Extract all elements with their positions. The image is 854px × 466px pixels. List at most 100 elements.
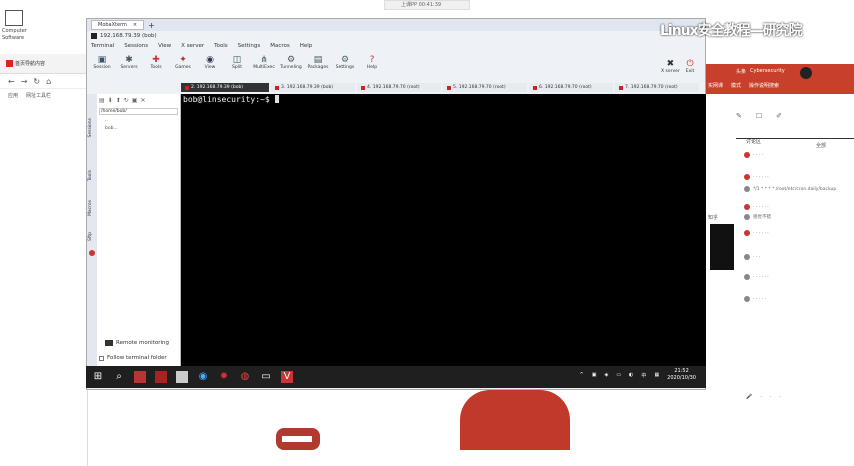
xserver-button[interactable]: ✖ X server (661, 59, 680, 74)
sub-tab[interactable]: 模式 (731, 82, 741, 89)
toolbar-session-button[interactable]: ▣ Session (91, 55, 113, 70)
close-icon[interactable]: × (133, 21, 137, 29)
tray-icon[interactable]: ▦ (654, 372, 659, 378)
session-tab[interactable]: 2. 192.168.79.39 (bob) (181, 83, 269, 92)
toolbar-split-button[interactable]: ◫ Split (226, 55, 248, 70)
toolbar-tunneling-button[interactable]: ⚙ Tunneling (280, 55, 302, 70)
chrome-icon[interactable]: ◍ (239, 371, 251, 383)
discussion-filter[interactable]: 全部 (816, 142, 826, 149)
toolbar-settings-button[interactable]: ⚙ Settings (334, 55, 356, 70)
search-icon[interactable]: ⌕ (113, 371, 125, 383)
discussion-item: · · · (744, 254, 760, 260)
pen-icon[interactable]: ✐ (776, 112, 782, 120)
bookmark-apps[interactable]: 应用 (8, 92, 18, 99)
top-tab[interactable]: Cybersecurity (750, 68, 785, 75)
user-avatar-icon (744, 254, 750, 260)
edit-icon[interactable]: ✎ (736, 112, 742, 120)
new-folder-icon[interactable]: ▣ (132, 97, 138, 104)
forward-arrow-icon[interactable]: → (21, 77, 28, 86)
right-panel-top-tabs: 头条 Cybersecurity (736, 68, 785, 75)
tray-icon[interactable]: ^ (580, 372, 584, 378)
toolbar-help-button[interactable]: ? Help (361, 55, 383, 70)
tray-icon[interactable]: ◈ (604, 372, 608, 378)
top-tab[interactable]: 头条 (736, 68, 746, 75)
reload-icon[interactable]: ↻ (33, 77, 40, 86)
menu-help[interactable]: Help (300, 43, 313, 49)
bottom-icon[interactable]: · (760, 394, 762, 400)
desktop-app-icon[interactable] (5, 10, 23, 26)
side-tab-sftp[interactable]: Sftp (88, 232, 93, 241)
toolbar-games-button[interactable]: ✦ Games (172, 55, 194, 70)
menu-view[interactable]: View (158, 43, 171, 49)
left-browser-tab[interactable]: 首页导航内容 (6, 60, 45, 67)
desktop-app-icon-label: Computer Software (2, 28, 27, 41)
terminal-pane[interactable]: bob@linsecurity:~$ (181, 94, 707, 370)
new-tab-icon[interactable]: + (148, 21, 155, 30)
tree-item[interactable]: .. (97, 117, 180, 125)
checkbox[interactable] (99, 355, 104, 361)
tray-icon[interactable]: ◐ (629, 372, 633, 378)
toolbar-label: Tools (150, 64, 162, 70)
sub-tab[interactable]: 操作说明搜索 (749, 82, 779, 89)
home-icon[interactable]: ⌂ (46, 77, 51, 86)
toolbar-servers-button[interactable]: ✱ Servers (118, 55, 140, 70)
toolbar-label: Servers (120, 64, 138, 70)
tray-icon[interactable]: ▭ (616, 372, 621, 378)
sub-tab[interactable]: 实网课 (708, 82, 723, 89)
folder-task-icon[interactable] (176, 371, 188, 383)
session-icon (533, 85, 537, 90)
video-task-icon[interactable] (155, 371, 167, 383)
app-task-icon[interactable]: ✹ (218, 371, 230, 383)
toolbar-packages-button[interactable]: ▤ Packages (307, 55, 329, 70)
toolbar-label: Help (366, 64, 378, 70)
upload-icon[interactable]: ⬆ (116, 97, 121, 104)
menu-macros[interactable]: Macros (270, 43, 290, 49)
mic-icon[interactable]: 🎤 (746, 394, 752, 400)
discussion-text: 感觉不错 (753, 215, 771, 220)
up-folder-icon[interactable]: ▤ (99, 97, 105, 104)
menu-sessions[interactable]: Sessions (124, 43, 148, 49)
comment-icon[interactable]: ☐ (756, 112, 762, 120)
tray-icon[interactable]: 中 (641, 372, 646, 379)
back-arrow-icon[interactable]: ← (8, 77, 15, 86)
bottom-icon[interactable]: · (779, 394, 781, 400)
refresh-icon[interactable]: ↻ (124, 97, 129, 104)
download-icon[interactable]: ⬇ (108, 97, 113, 104)
discussion-item: · · · · · · (744, 174, 769, 180)
menu-xserver[interactable]: X server (181, 43, 204, 49)
tree-item[interactable]: bob... (97, 125, 180, 133)
session-tab[interactable]: 4. 192.168.79.70 (root) (357, 83, 441, 92)
edge-browser-icon[interactable]: ◉ (197, 371, 209, 383)
tray-icon[interactable]: ▣ (592, 372, 597, 378)
remote-monitoring-button[interactable]: Remote monitoring (105, 340, 169, 346)
toolbar-label: Tunneling (280, 64, 302, 70)
menu-terminal[interactable]: Terminal (91, 43, 114, 49)
delete-icon[interactable]: ✕ (140, 97, 145, 104)
v-app-icon[interactable]: V (281, 371, 293, 383)
window-tab[interactable]: MobaXterm × (91, 20, 145, 30)
avatar[interactable] (800, 67, 812, 79)
follow-folder-toggle[interactable]: Follow terminal folder (99, 355, 167, 361)
session-tab[interactable]: 6. 192.168.79.70 (root) (529, 83, 613, 92)
toolbar-tools-button[interactable]: ✚ Tools (145, 55, 167, 70)
terminal-task-icon[interactable]: ▭ (260, 371, 272, 383)
toolbar-label: Games (175, 64, 191, 70)
bookmark-tools[interactable]: 网址工具栏 (26, 92, 51, 99)
side-tab-sessions[interactable]: Sessions (88, 118, 93, 138)
window-tab-label: MobaXterm (98, 22, 127, 28)
session-tab[interactable]: 7. 192.168.79.70 (root) (615, 83, 699, 92)
side-tab-macros[interactable]: Macros (88, 200, 93, 216)
side-tab-tools[interactable]: Tools (88, 170, 93, 181)
menu-tools[interactable]: Tools (214, 43, 228, 49)
clock[interactable]: 21:52 2020/10/30 (667, 368, 696, 382)
sftp-path-field[interactable]: /home/bob/ (99, 108, 178, 115)
menu-settings[interactable]: Settings (238, 43, 261, 49)
session-tab[interactable]: 5. 192.168.79.70 (root) (443, 83, 527, 92)
bottom-icon[interactable]: · (770, 394, 772, 400)
mobaxterm-task-icon[interactable] (134, 371, 146, 383)
toolbar-multiexec-button[interactable]: ⋔ MultiExec (253, 55, 275, 70)
windows-start-icon[interactable]: ⊞ (92, 371, 104, 383)
toolbar-view-button[interactable]: ◉ View (199, 55, 221, 70)
exit-button[interactable]: ⏻ Exit (685, 59, 695, 74)
session-tab[interactable]: 3. 192.168.79.39 (bob) (271, 83, 355, 92)
